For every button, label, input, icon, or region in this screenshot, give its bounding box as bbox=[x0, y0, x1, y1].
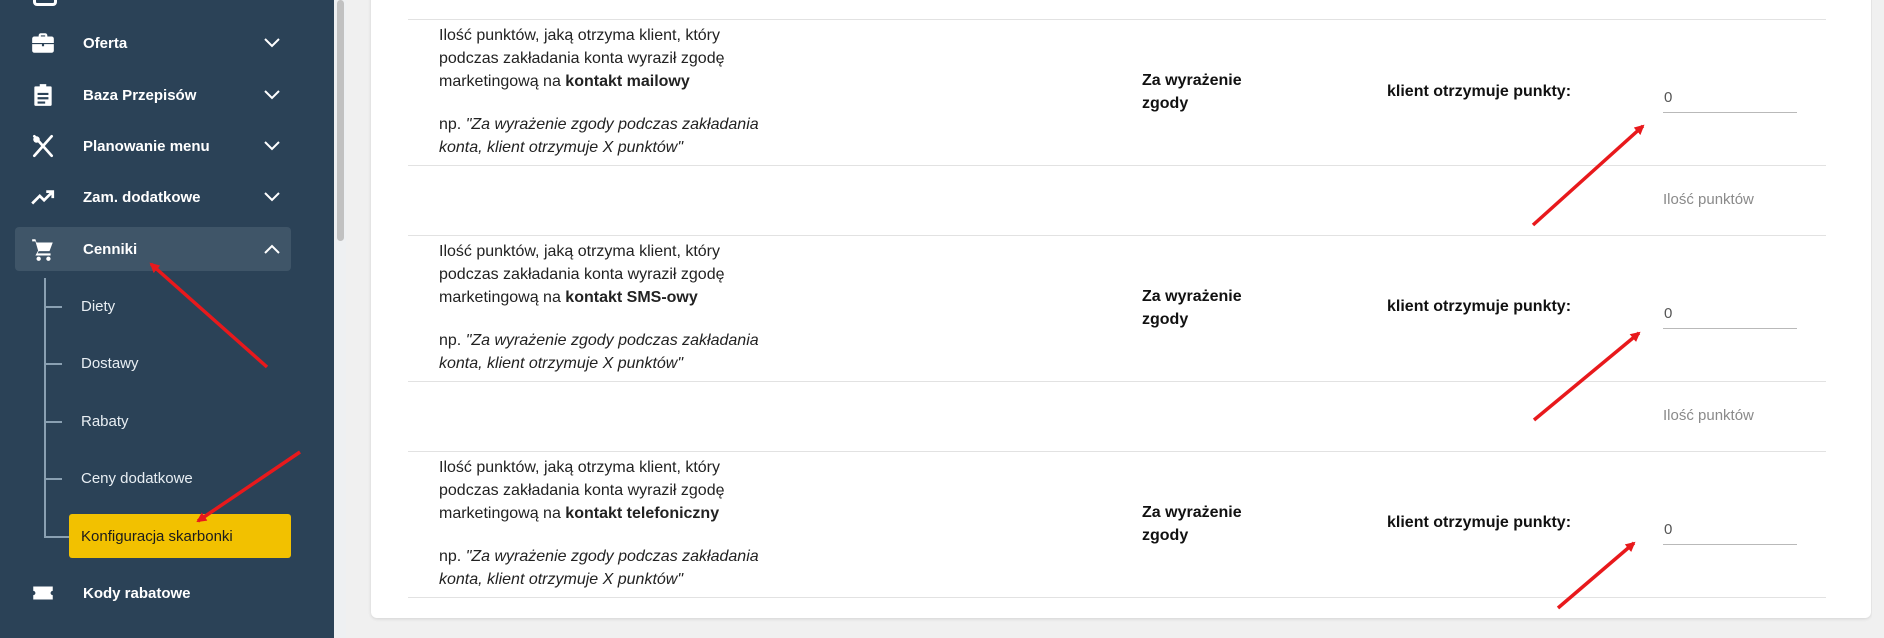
row-example: np. "Za wyrażenie zgody podczas zakładan… bbox=[439, 545, 799, 591]
tree-tick bbox=[44, 306, 62, 308]
points-input-sms[interactable] bbox=[1663, 299, 1797, 329]
sidebar-item-zam-dodatkowe[interactable]: Zam. dodatkowe bbox=[15, 175, 291, 219]
consent-line: zgody bbox=[1142, 527, 1189, 544]
desc-bold: kontakt mailowy bbox=[565, 73, 690, 90]
tree-tick bbox=[44, 363, 62, 365]
desc-line: Ilość punktów, jaką otrzyma klient, któr… bbox=[439, 27, 720, 44]
points-hint: Ilość punktów bbox=[1663, 191, 1754, 208]
desc-line: marketingową na kontakt SMS-owy bbox=[439, 286, 799, 309]
desc-prefix: marketingową na bbox=[439, 505, 566, 522]
desc-prefix: marketingową na bbox=[439, 73, 566, 90]
ticket-icon bbox=[33, 586, 53, 600]
trending-up-icon bbox=[31, 190, 55, 205]
points-label: klient otrzymuje punkty: bbox=[1387, 83, 1572, 100]
row-divider bbox=[408, 381, 1826, 382]
sidebar-subitem-label: Dostawy bbox=[81, 354, 139, 372]
row-divider bbox=[408, 165, 1826, 166]
row-divider bbox=[408, 235, 1826, 236]
partial-top-icon bbox=[33, 0, 57, 6]
tree-tick bbox=[44, 536, 69, 538]
sidebar-subitem-konfiguracja-skarbonki[interactable]: Konfiguracja skarbonki bbox=[69, 514, 291, 558]
page-scrollbar-track[interactable] bbox=[1872, 0, 1884, 638]
desc-bold: kontakt SMS-owy bbox=[565, 289, 698, 306]
example-line: np. "Za wyrażenie zgody podczas zakładan… bbox=[439, 329, 799, 352]
consent-line: Za wyrażenie bbox=[1142, 288, 1242, 305]
example-prefix: np. bbox=[439, 332, 466, 349]
sidebar-item-planowanie-menu[interactable]: Planowanie menu bbox=[15, 124, 291, 168]
desc-line: podczas zakładania konta wyraził zgodę bbox=[439, 50, 725, 67]
tree-tick bbox=[44, 421, 62, 423]
points-input-phone[interactable] bbox=[1663, 515, 1797, 545]
desc-bold: kontakt telefoniczny bbox=[565, 505, 720, 522]
sidebar-subitem-label: Diety bbox=[81, 297, 116, 315]
row-divider bbox=[408, 451, 1826, 452]
desc-line: podczas zakładania konta wyraził zgodę bbox=[439, 482, 725, 499]
desc-line: marketingową na kontakt mailowy bbox=[439, 70, 799, 93]
sidebar-subitem-label: Konfiguracja skarbonki bbox=[81, 527, 233, 545]
row-divider bbox=[408, 597, 1826, 598]
chevron-down-icon[interactable] bbox=[263, 189, 281, 205]
desc-line: Ilość punktów, jaką otrzyma klient, któr… bbox=[439, 459, 720, 476]
example-text: "Za wyrażenie zgody podczas zakładania bbox=[465, 548, 759, 565]
sidebar-scrollbar-thumb[interactable] bbox=[337, 0, 344, 241]
desc-line: Ilość punktów, jaką otrzyma klient, któr… bbox=[439, 243, 720, 260]
clipboard-icon bbox=[34, 84, 52, 106]
consent-line: Za wyrażenie bbox=[1142, 72, 1242, 89]
sidebar-item-label: Baza Przepisów bbox=[83, 86, 197, 104]
sidebar: Oferta Baza Przepisów Planowanie menu Za… bbox=[0, 0, 346, 638]
sidebar-item-oferta[interactable]: Oferta bbox=[15, 21, 291, 65]
row-example: np. "Za wyrażenie zgody podczas zakładan… bbox=[439, 329, 799, 375]
desc-line: marketingową na kontakt telefoniczny bbox=[439, 502, 799, 525]
sidebar-item-label: Zam. dodatkowe bbox=[83, 188, 201, 206]
consent-label: Za wyrażenie zgody bbox=[1142, 501, 1262, 547]
row-example: np. "Za wyrażenie zgody podczas zakładan… bbox=[439, 113, 799, 159]
consent-line: zgody bbox=[1142, 95, 1189, 112]
sidebar-subitem-label: Ceny dodatkowe bbox=[81, 469, 193, 487]
example-prefix: np. bbox=[439, 548, 466, 565]
example-line: np. "Za wyrażenie zgody podczas zakładan… bbox=[439, 113, 799, 136]
example-line: np. "Za wyrażenie zgody podczas zakładan… bbox=[439, 545, 799, 568]
sidebar-item-kody-rabatowe[interactable]: Kody rabatowe bbox=[15, 571, 291, 615]
example-text: konta, klient otrzymuje X punktów" bbox=[439, 139, 684, 156]
sidebar-item-cenniki[interactable]: Cenniki bbox=[15, 227, 291, 271]
points-label: klient otrzymuje punkty: bbox=[1387, 298, 1572, 315]
consent-label: Za wyrażenie zgody bbox=[1142, 69, 1262, 115]
sidebar-subitem-label: Rabaty bbox=[81, 412, 129, 430]
row-description: Ilość punktów, jaką otrzyma klient, któr… bbox=[439, 24, 799, 93]
chevron-down-icon[interactable] bbox=[263, 35, 281, 51]
sidebar-item-label: Kody rabatowe bbox=[83, 584, 191, 602]
points-input-email[interactable] bbox=[1663, 83, 1797, 113]
sidebar-item-label: Planowanie menu bbox=[83, 137, 210, 155]
row-description: Ilość punktów, jaką otrzyma klient, któr… bbox=[439, 240, 799, 309]
example-text: "Za wyrażenie zgody podczas zakładania bbox=[465, 116, 759, 133]
chevron-down-icon[interactable] bbox=[263, 138, 281, 154]
fork-knife-icon bbox=[32, 134, 54, 158]
row-divider bbox=[408, 19, 1826, 20]
row-description: Ilość punktów, jaką otrzyma klient, któr… bbox=[439, 456, 799, 525]
points-label: klient otrzymuje punkty: bbox=[1387, 514, 1572, 531]
tree-tick bbox=[44, 478, 62, 480]
desc-line: podczas zakładania konta wyraził zgodę bbox=[439, 266, 725, 283]
sidebar-item-label: Oferta bbox=[83, 34, 128, 52]
chevron-down-icon[interactable] bbox=[263, 87, 281, 103]
sidebar-item-baza-przepisow[interactable]: Baza Przepisów bbox=[15, 73, 291, 117]
example-text: konta, klient otrzymuje X punktów" bbox=[439, 571, 684, 588]
consent-label: Za wyrażenie zgody bbox=[1142, 285, 1262, 331]
chevron-up-icon[interactable] bbox=[263, 241, 281, 257]
example-line: konta, klient otrzymuje X punktów" bbox=[439, 352, 799, 375]
example-text: "Za wyrażenie zgody podczas zakładania bbox=[465, 332, 759, 349]
consent-line: zgody bbox=[1142, 311, 1189, 328]
briefcase-icon bbox=[32, 33, 54, 53]
example-line: konta, klient otrzymuje X punktów" bbox=[439, 568, 799, 591]
desc-prefix: marketingową na bbox=[439, 289, 566, 306]
sidebar-item-label: Cenniki bbox=[83, 240, 138, 258]
cart-icon bbox=[32, 239, 53, 261]
submenu-tree-line bbox=[44, 278, 46, 538]
example-text: konta, klient otrzymuje X punktów" bbox=[439, 355, 684, 372]
points-hint: Ilość punktów bbox=[1663, 407, 1754, 424]
example-prefix: np. bbox=[439, 116, 466, 133]
example-line: konta, klient otrzymuje X punktów" bbox=[439, 136, 799, 159]
consent-line: Za wyrażenie bbox=[1142, 504, 1242, 521]
